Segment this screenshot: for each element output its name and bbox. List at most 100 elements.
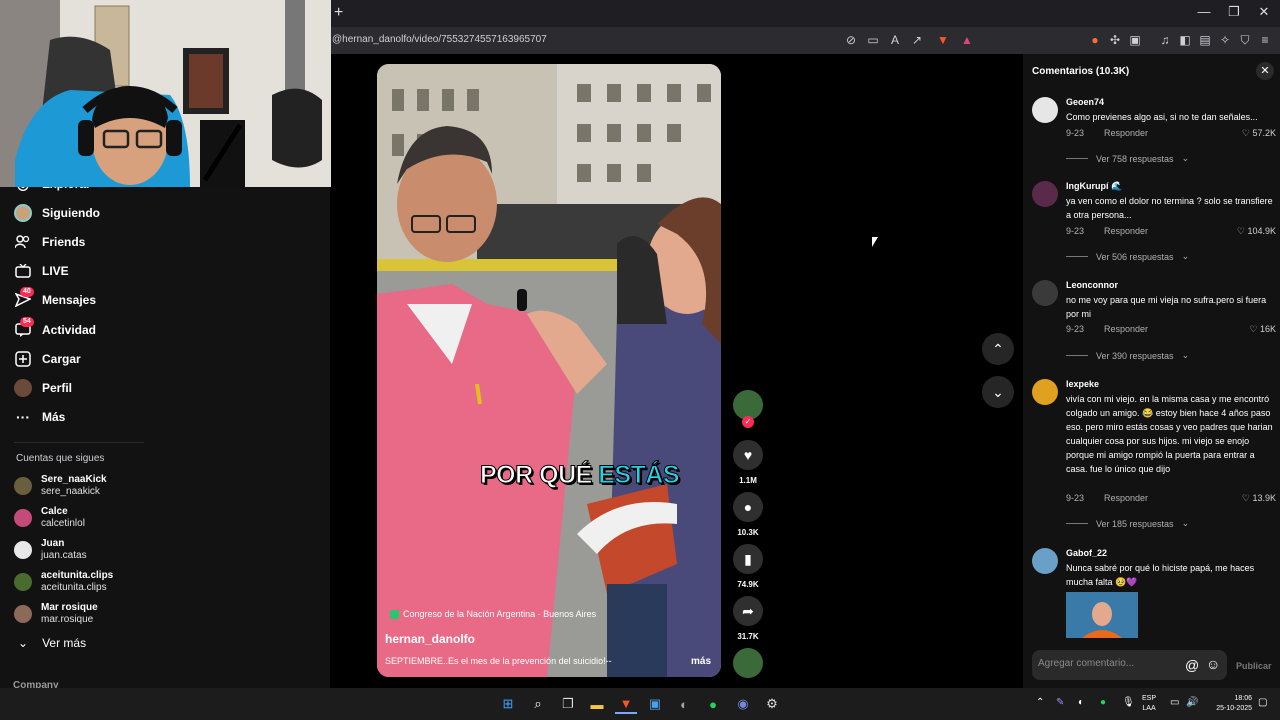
spotify-icon[interactable]: ● <box>702 694 724 714</box>
reply-button[interactable]: Responder <box>1104 128 1148 138</box>
account-name: Sere_naaKick <box>41 474 107 485</box>
followed-account[interactable]: Juan juan.catas <box>14 536 87 564</box>
cast-icon[interactable]: ▭ <box>864 31 882 49</box>
tray-chevron-up-icon[interactable]: ⌃ <box>1036 697 1044 708</box>
translate-icon[interactable]: A <box>886 31 904 49</box>
tray-app-icon[interactable]: ✎ <box>1056 697 1064 708</box>
avatar[interactable] <box>1032 548 1058 574</box>
follow-check-icon[interactable]: ✓ <box>742 416 754 428</box>
vpn-icon[interactable]: ⛉ <box>1236 31 1254 49</box>
more-button[interactable]: más <box>691 656 711 667</box>
view-replies-button[interactable]: Ver 758 respuestas ⌄ <box>1066 153 1189 164</box>
file-explorer-icon[interactable]: ▬ <box>586 694 608 714</box>
see-more-button[interactable]: ⌄ Ver más <box>18 636 86 650</box>
network-icon[interactable]: ▭ <box>1170 697 1179 708</box>
share-button[interactable]: ➦ <box>733 596 763 626</box>
no-tracking-icon[interactable]: ⊘ <box>842 31 860 49</box>
upload-icon <box>14 350 32 368</box>
view-replies-button[interactable]: Ver 506 respuestas ⌄ <box>1066 251 1189 262</box>
system-clock[interactable]: 18:06 25-10-2025 <box>1206 694 1252 714</box>
tray-nvidia-icon[interactable]: ● <box>1100 697 1106 708</box>
windows-start-icon[interactable]: ⊞ <box>497 694 519 714</box>
avatar <box>14 541 32 559</box>
avatar[interactable] <box>1032 379 1058 405</box>
comment-button[interactable]: ● <box>733 492 763 522</box>
comment-like-count[interactable]: ♡ 16K <box>1249 324 1276 335</box>
comment-username[interactable]: lexpeke <box>1066 379 1099 389</box>
reply-button[interactable]: Responder <box>1104 324 1148 334</box>
steam-icon[interactable]: ◐ <box>673 694 695 714</box>
view-replies-button[interactable]: Ver 390 respuestas ⌄ <box>1066 350 1189 361</box>
comment-like-count[interactable]: ♡ 57.2K <box>1242 128 1276 139</box>
mention-icon[interactable]: @ <box>1185 657 1199 673</box>
close-window-button[interactable]: ✕ <box>1254 4 1274 22</box>
settings-gear-icon[interactable]: ⚙ <box>761 694 783 714</box>
video-author[interactable]: hernan_danolfo <box>385 632 475 646</box>
search-icon[interactable]: ⌕ <box>527 694 549 714</box>
like-button[interactable]: ♥ <box>733 440 763 470</box>
sidebar-item-mas[interactable]: ··· Más <box>14 405 65 429</box>
comment-like-count[interactable]: ♡ 13.9K <box>1242 493 1276 504</box>
sidebar-item-friends[interactable]: Friends <box>14 230 85 254</box>
sidebar-item-live[interactable]: LIVE <box>14 259 69 283</box>
followed-account[interactable]: Calce calcetinlol <box>14 504 85 532</box>
media-icon[interactable]: ♫ <box>1156 31 1174 49</box>
close-comments-button[interactable]: ✕ <box>1256 62 1274 80</box>
sidebar-item-mensajes[interactable]: 40 Mensajes <box>14 287 96 312</box>
language-indicator[interactable]: ESP LAA <box>1142 694 1156 714</box>
minimize-button[interactable]: — <box>1194 4 1214 22</box>
volume-icon[interactable]: 🔊 <box>1186 697 1198 708</box>
comment-date: 9-23 <box>1066 226 1085 236</box>
comment-username[interactable]: Geoen74 <box>1066 97 1104 107</box>
sidebar-toggle-icon[interactable]: ◧ <box>1176 31 1194 49</box>
wallet-icon[interactable]: ▤ <box>1196 31 1214 49</box>
next-video-button[interactable]: ⌄ <box>982 376 1014 408</box>
maximize-button[interactable]: ❐ <box>1224 4 1244 22</box>
screenshot-icon[interactable]: ▣ <box>1126 31 1144 49</box>
reply-button[interactable]: Responder <box>1104 226 1148 236</box>
account-handle: sere_naakick <box>41 486 100 497</box>
leo-ai-icon[interactable]: ✧ <box>1216 31 1234 49</box>
sound-disc-icon[interactable] <box>733 648 763 678</box>
notifications-icon[interactable]: ▢ <box>1258 697 1267 708</box>
sidebar-item-perfil[interactable]: Perfil <box>14 376 72 400</box>
video-player[interactable] <box>377 64 721 677</box>
avatar[interactable] <box>1032 181 1058 207</box>
task-view-icon[interactable]: ❐ <box>557 694 579 714</box>
sidebar-item-cargar[interactable]: Cargar <box>14 347 81 371</box>
reply-button[interactable]: Responder <box>1104 493 1148 503</box>
account-handle: calcetinlol <box>41 518 85 529</box>
new-tab-button[interactable]: + <box>334 4 350 22</box>
avatar[interactable] <box>1032 97 1058 123</box>
avatar[interactable] <box>1032 280 1058 306</box>
view-replies-button[interactable]: Ver 185 respuestas ⌄ <box>1066 518 1189 529</box>
photos-icon[interactable]: ▣ <box>644 694 666 714</box>
video-location[interactable]: Congreso de la Nación Argentina · Buenos… <box>390 609 596 619</box>
previous-video-button[interactable]: ⌃ <box>982 333 1014 365</box>
comment-username[interactable]: IngKurupí 🌊 <box>1066 181 1122 192</box>
menu-icon[interactable]: ≡ <box>1256 31 1274 49</box>
comment-image[interactable] <box>1066 592 1138 638</box>
url-text[interactable]: @hernan_danolfo/video/755327455716396570… <box>332 34 547 45</box>
microphone-icon[interactable]: 🎙 <box>1122 697 1135 708</box>
discord-icon[interactable]: ◉ <box>732 694 754 714</box>
extension-fire-icon[interactable]: ● <box>1086 31 1104 49</box>
add-comment-input[interactable]: Agregar comentario... <box>1038 658 1134 669</box>
extensions-icon[interactable]: ✣ <box>1106 31 1124 49</box>
sidebar-item-siguiendo[interactable]: Siguiendo <box>14 201 100 225</box>
publish-button[interactable]: Publicar <box>1236 661 1272 671</box>
tray-steam-icon[interactable]: ◐ <box>1078 697 1084 708</box>
followed-account[interactable]: aceitunita.clips aceitunita.clips <box>14 568 113 596</box>
followed-account[interactable]: Sere_naaKick sere_naakick <box>14 472 107 500</box>
brave-browser-icon[interactable]: ▼ <box>615 694 637 714</box>
brave-shield-icon[interactable]: ▼ <box>934 31 952 49</box>
comment-like-count[interactable]: ♡ 104.9K <box>1237 226 1276 237</box>
emoji-icon[interactable]: ☺ <box>1206 656 1220 672</box>
sidebar-item-actividad[interactable]: 54 Actividad <box>14 317 96 342</box>
save-button[interactable]: ▮ <box>733 544 763 574</box>
followed-account[interactable]: Mar rosique mar.rosique <box>14 600 98 628</box>
share-icon[interactable]: ↗ <box>908 31 926 49</box>
comment-username[interactable]: Gabof_22 <box>1066 548 1107 558</box>
comment-username[interactable]: Leonconnor <box>1066 280 1118 290</box>
rewards-icon[interactable]: ▲ <box>958 31 976 49</box>
